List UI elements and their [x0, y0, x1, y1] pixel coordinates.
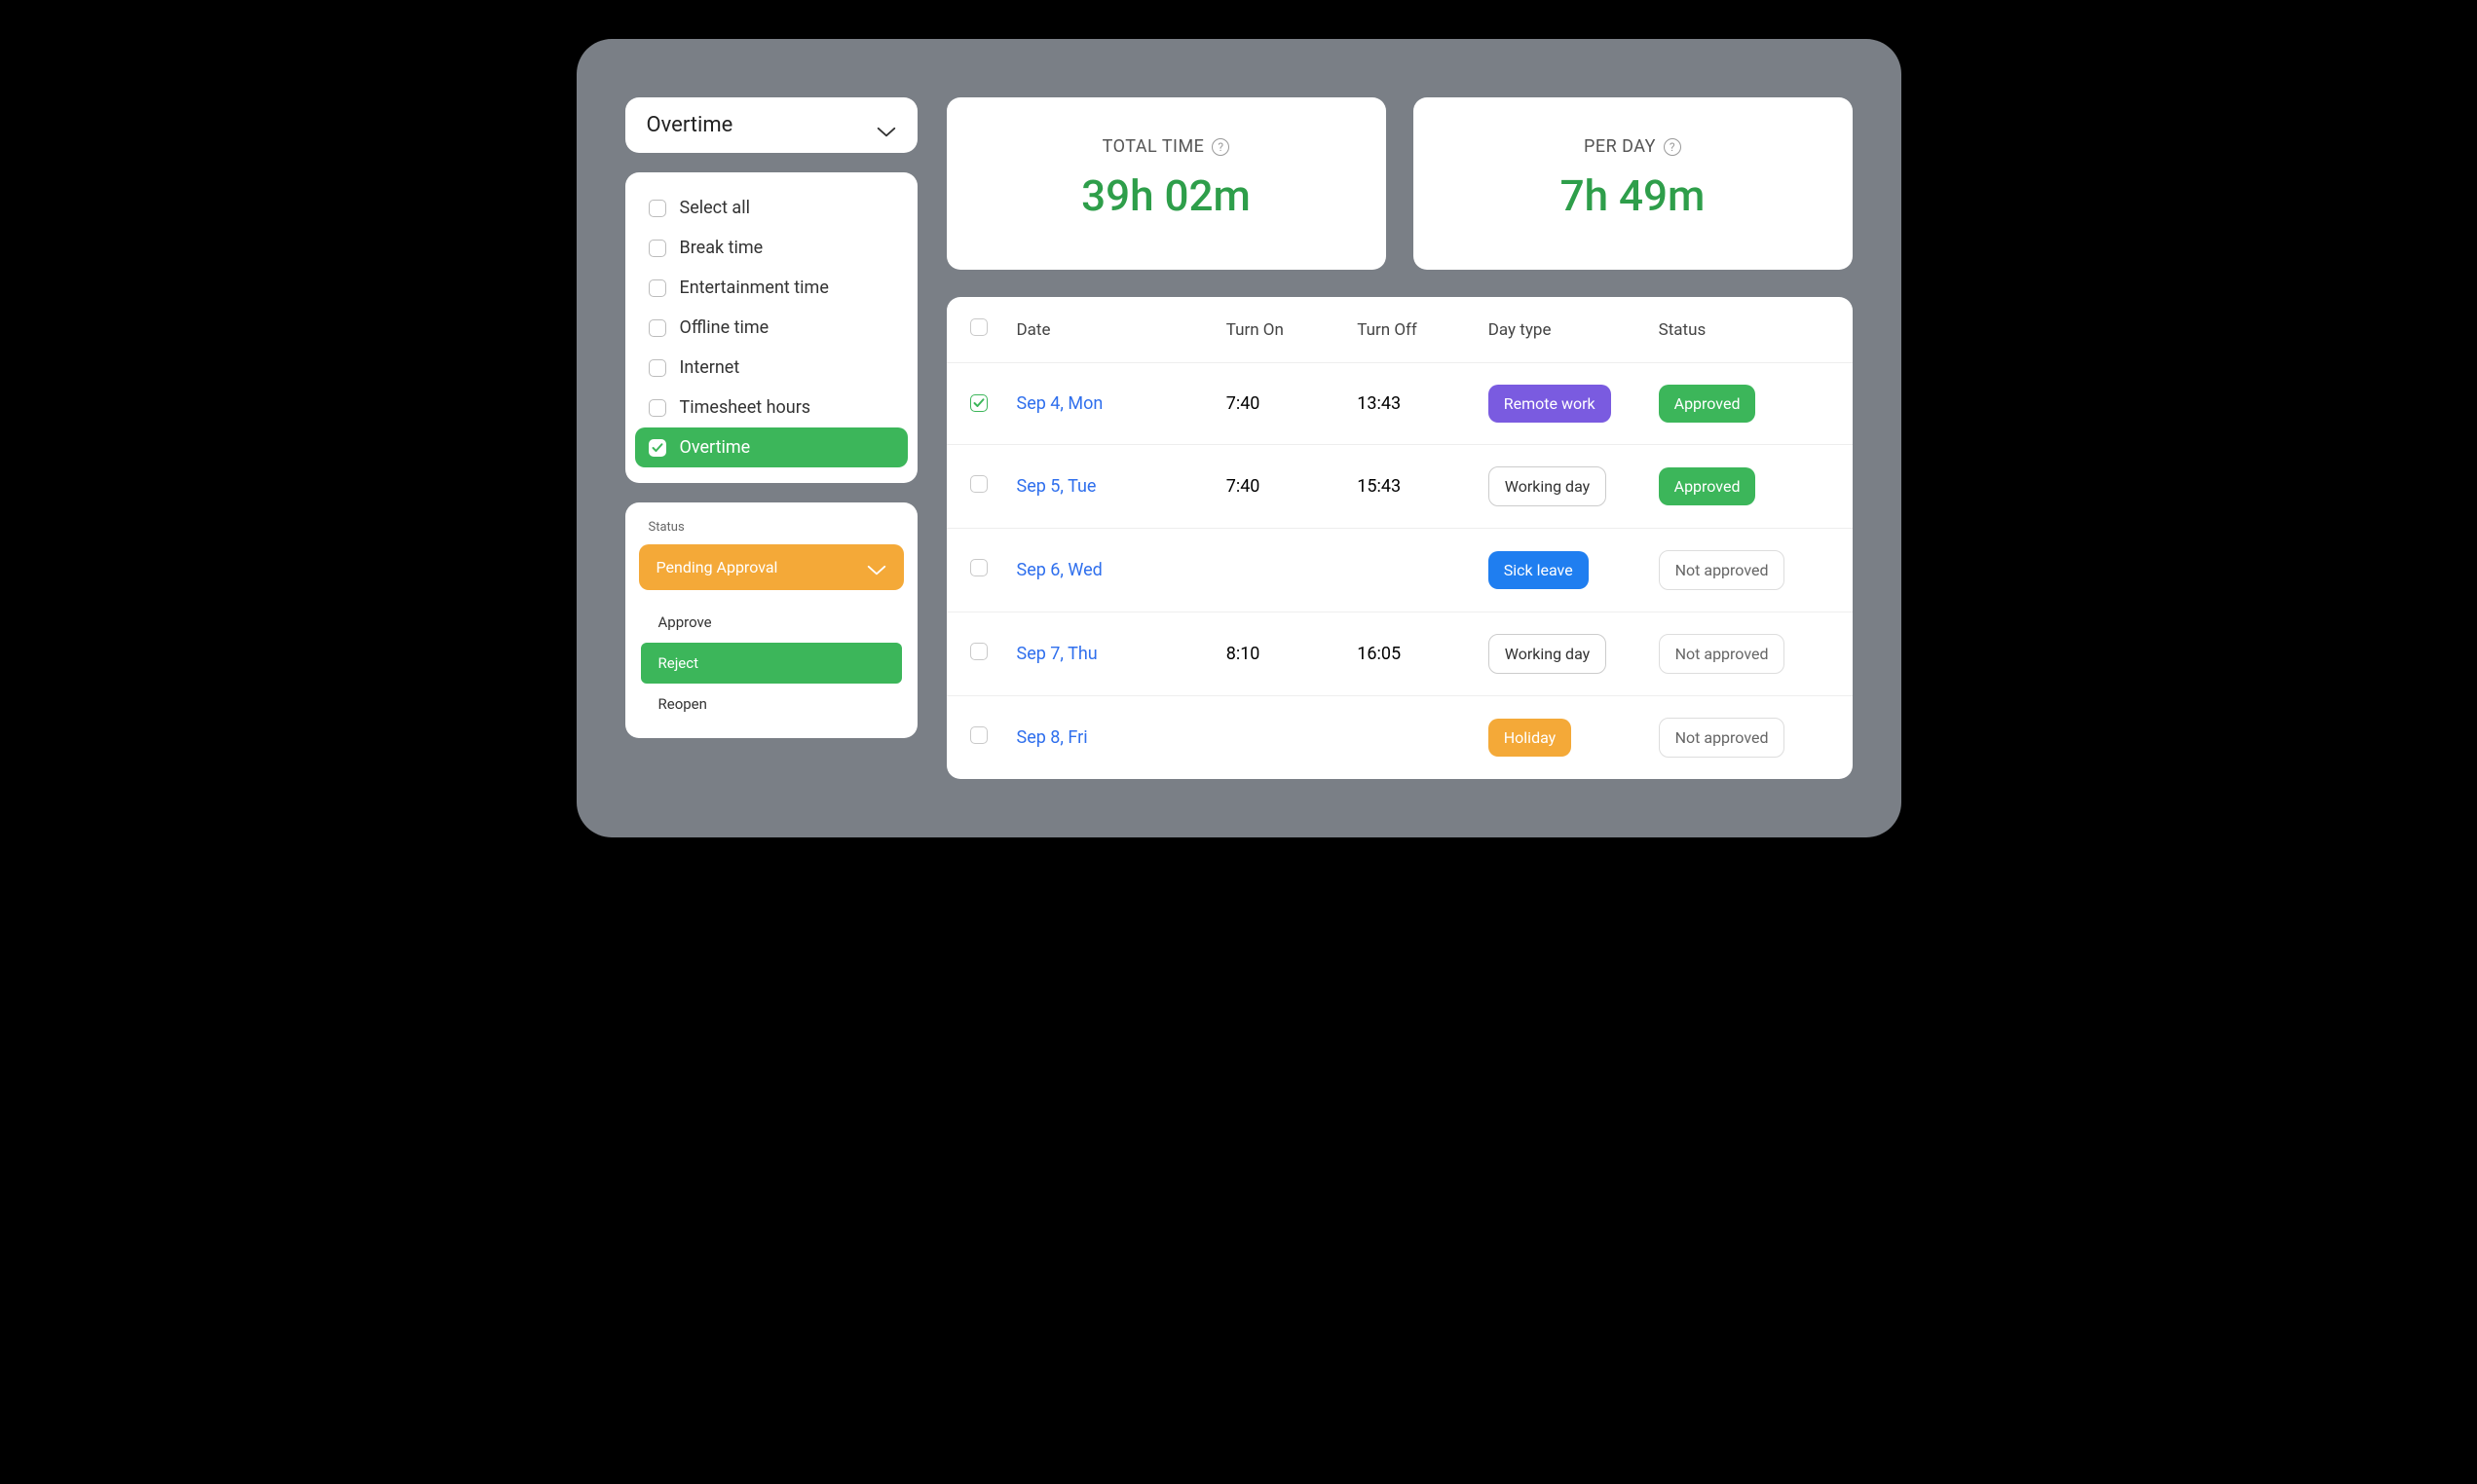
filter-dropdown[interactable]: Overtime	[625, 97, 918, 153]
select-all-checkbox[interactable]	[970, 318, 988, 336]
summary-per-day-label: PER DAY ?	[1584, 136, 1681, 157]
filter-item[interactable]: Offline time	[635, 308, 908, 348]
checkbox-icon	[649, 240, 666, 257]
row-checkbox[interactable]	[970, 394, 988, 412]
status-option[interactable]: Reject	[641, 643, 902, 684]
cell-turn-on: 7:40	[1226, 393, 1358, 414]
status-option[interactable]: Reopen	[641, 684, 902, 724]
status-panel: Status Pending Approval ApproveRejectReo…	[625, 502, 918, 738]
cell-turn-off: 15:43	[1357, 476, 1488, 497]
status-select[interactable]: Pending Approval	[639, 544, 904, 590]
summary-row: TOTAL TIME ? 39h 02m PER DAY ? 7h 49m	[947, 97, 1853, 270]
chevron-down-icon	[877, 120, 896, 131]
filter-item[interactable]: Select all	[635, 188, 908, 228]
col-turn-on: Turn On	[1226, 320, 1358, 340]
sidebar: Overtime Select all Break time Entertainme…	[625, 97, 918, 779]
date-link[interactable]: Sep 6, Wed	[1017, 560, 1103, 580]
day-type-badge: Holiday	[1488, 719, 1572, 757]
date-link[interactable]: Sep 4, Mon	[1017, 393, 1104, 414]
status-options: ApproveRejectReopen	[635, 602, 908, 724]
filter-item-label: Offline time	[680, 317, 769, 338]
app-frame: Overtime Select all Break time Entertainme…	[577, 39, 1901, 837]
checkbox-icon	[649, 319, 666, 337]
day-type-badge: Sick leave	[1488, 551, 1589, 589]
filter-item[interactable]: Break time	[635, 228, 908, 268]
col-turn-off: Turn Off	[1357, 320, 1488, 340]
table-body: Sep 4, Mon7:4013:43Remote workApprovedSe…	[947, 363, 1853, 779]
chevron-down-icon	[867, 562, 886, 574]
date-link[interactable]: Sep 8, Fri	[1017, 727, 1088, 748]
cell-turn-off: 13:43	[1357, 393, 1488, 414]
summary-total-time-value: 39h 02m	[966, 170, 1367, 221]
table-row: Sep 5, Tue 7:4015:43Working day Approved	[947, 445, 1853, 529]
filter-dropdown-label: Overtime	[647, 113, 733, 137]
status-badge: Approved	[1659, 467, 1756, 505]
content: TOTAL TIME ? 39h 02m PER DAY ? 7h 49m Da…	[947, 97, 1853, 779]
timesheet-table: Date Turn On Turn Off Day type Status Se…	[947, 297, 1853, 779]
summary-total-time-label: TOTAL TIME ?	[1103, 136, 1230, 157]
filter-item-label: Entertainment time	[680, 278, 829, 298]
checkbox-icon	[649, 359, 666, 377]
summary-per-day: PER DAY ? 7h 49m	[1413, 97, 1853, 270]
filter-list: Select all Break time Entertainment time Of…	[625, 172, 918, 483]
help-icon[interactable]: ?	[1664, 138, 1681, 156]
day-type-badge: Remote work	[1488, 385, 1611, 423]
summary-per-day-label-text: PER DAY	[1584, 136, 1656, 157]
filter-item[interactable]: Overtime	[635, 427, 908, 467]
cell-turn-on: 8:10	[1226, 644, 1358, 664]
filter-item-label: Overtime	[680, 437, 751, 458]
filter-item-label: Internet	[680, 357, 740, 378]
help-icon[interactable]: ?	[1212, 138, 1229, 156]
row-checkbox[interactable]	[970, 643, 988, 660]
row-checkbox[interactable]	[970, 726, 988, 744]
checkbox-icon	[649, 279, 666, 297]
status-badge: Not approved	[1659, 550, 1785, 590]
summary-per-day-value: 7h 49m	[1433, 170, 1833, 221]
row-checkbox[interactable]	[970, 559, 988, 576]
table-row: Sep 4, Mon 7:4013:43Remote work Approved	[947, 363, 1853, 445]
day-type-badge: Working day	[1488, 466, 1606, 506]
col-date: Date	[1017, 320, 1226, 340]
status-badge: Not approved	[1659, 718, 1785, 758]
filter-item[interactable]: Timesheet hours	[635, 388, 908, 427]
status-option[interactable]: Approve	[641, 602, 902, 643]
date-link[interactable]: Sep 5, Tue	[1017, 476, 1097, 497]
table-row: Sep 6, Wed Sick leave Not approved	[947, 529, 1853, 612]
table-row: Sep 8, Fri Holiday Not approved	[947, 696, 1853, 779]
summary-total-time-label-text: TOTAL TIME	[1103, 136, 1205, 157]
date-link[interactable]: Sep 7, Thu	[1017, 644, 1098, 664]
checkbox-icon	[649, 399, 666, 417]
table-header: Date Turn On Turn Off Day type Status	[947, 297, 1853, 363]
cell-turn-on: 7:40	[1226, 476, 1358, 497]
filter-item[interactable]: Entertainment time	[635, 268, 908, 308]
row-checkbox[interactable]	[970, 475, 988, 493]
filter-item-label: Timesheet hours	[680, 397, 811, 418]
checkbox-icon	[649, 200, 666, 217]
filter-item-label: Break time	[680, 238, 764, 258]
status-select-value: Pending Approval	[657, 558, 778, 576]
status-badge: Approved	[1659, 385, 1756, 423]
filter-item-label: Select all	[680, 198, 750, 218]
table-row: Sep 7, Thu 8:1016:05Working day Not approv…	[947, 612, 1853, 696]
col-status: Status	[1659, 320, 1829, 340]
status-title: Status	[635, 520, 908, 544]
col-day-type: Day type	[1488, 320, 1659, 340]
day-type-badge: Working day	[1488, 634, 1606, 674]
summary-total-time: TOTAL TIME ? 39h 02m	[947, 97, 1386, 270]
status-badge: Not approved	[1659, 634, 1785, 674]
filter-item[interactable]: Internet	[635, 348, 908, 388]
checkbox-icon	[649, 439, 666, 457]
cell-turn-off: 16:05	[1357, 644, 1488, 664]
